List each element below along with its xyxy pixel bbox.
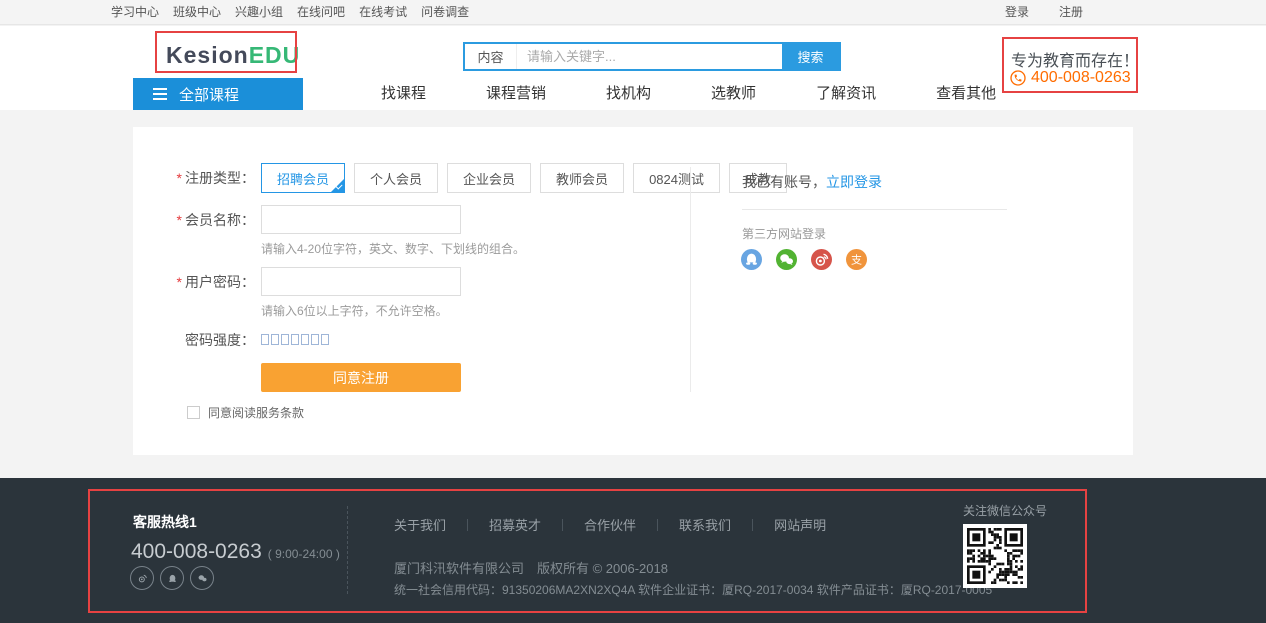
nav-item-find-courses[interactable]: 找课程 xyxy=(381,78,426,110)
nav-item-news[interactable]: 了解资讯 xyxy=(816,78,876,110)
password-input[interactable] xyxy=(261,267,461,296)
type-option-0824-test[interactable]: 0824测试 xyxy=(633,163,720,193)
footer-link-careers[interactable]: 招募英才 xyxy=(489,515,541,534)
footer-link-about[interactable]: 关于我们 xyxy=(394,515,446,534)
terms-label: 同意阅读服务条款 xyxy=(208,404,304,421)
top-nav-links: 学习中心 班级中心 兴趣小组 在线问吧 在线考试 问卷调查 xyxy=(111,0,469,25)
username-input[interactable] xyxy=(261,205,461,234)
qq-login-icon[interactable] xyxy=(741,249,762,270)
type-option-teacher-member[interactable]: 教师会员 xyxy=(540,163,624,193)
footer-copyright: 厦门科汛软件有限公司 版权所有 © 2006-2018 xyxy=(394,558,668,577)
have-account-text: 我已有账号， xyxy=(742,174,826,190)
login-now-link[interactable]: 立即登录 xyxy=(826,174,882,190)
main-nav: 全部课程 找课程 课程营销 找机构 选教师 了解资讯 查看其他 xyxy=(0,78,1266,110)
footer-qq-icon[interactable] xyxy=(160,566,184,590)
search-bar: 内容 搜索 xyxy=(463,42,841,71)
top-link-interest-groups[interactable]: 兴趣小组 xyxy=(235,0,283,25)
top-utility-bar: 学习中心 班级中心 兴趣小组 在线问吧 在线考试 问卷调查 登录 注册 xyxy=(0,0,1266,25)
qrcode-image xyxy=(967,528,1023,584)
required-mark: * xyxy=(177,212,182,228)
search-category-dropdown[interactable]: 内容 xyxy=(465,44,517,69)
nav-menu: 找课程 课程营销 找机构 选教师 了解资讯 查看其他 xyxy=(381,78,996,110)
username-hint: 请输入4-20位字符，英文、数字、下划线的组合。 xyxy=(261,240,525,257)
footer-divider xyxy=(347,506,348,594)
hotline-label: 客服热线1 xyxy=(133,512,197,532)
top-link-online-qa[interactable]: 在线问吧 xyxy=(297,0,345,25)
weibo-login-icon[interactable] xyxy=(811,249,832,270)
nav-item-choose-teachers[interactable]: 选教师 xyxy=(711,78,756,110)
hotline-number: 400-008-0263( 9:00-24:00 ) xyxy=(131,540,340,564)
have-account-row: 我已有账号，立即登录 xyxy=(742,172,882,192)
register-link[interactable]: 注册 xyxy=(1059,0,1083,25)
required-mark: * xyxy=(177,274,182,290)
nav-item-others[interactable]: 查看其他 xyxy=(936,78,996,110)
all-courses-label: 全部课程 xyxy=(179,84,239,105)
hamburger-icon xyxy=(153,85,167,103)
panel-divider xyxy=(742,209,1007,210)
registration-card: *注册类型： 招聘会员 个人会员 企业会员 教师会员 0824测试 成教 *会员… xyxy=(133,127,1133,455)
password-hint: 请输入6位以上字符，不允许空格。 xyxy=(261,302,448,319)
logo-text-edu: EDU xyxy=(249,42,301,68)
vertical-divider xyxy=(690,167,691,392)
password-strength-label: 密码强度： xyxy=(133,325,255,355)
footer-weibo-icon[interactable] xyxy=(130,566,154,590)
wechat-follow-label: 关注微信公众号 xyxy=(963,502,1047,519)
footer-link-separator xyxy=(562,519,563,531)
nav-item-find-institutions[interactable]: 找机构 xyxy=(606,78,651,110)
footer-links: 关于我们 招募英才 合作伙伴 联系我们 网站声明 xyxy=(394,515,826,534)
username-label: *会员名称： xyxy=(133,205,255,235)
site-logo[interactable]: KesionEDU xyxy=(166,42,300,69)
type-option-enterprise-member[interactable]: 企业会员 xyxy=(447,163,531,193)
footer-link-contact[interactable]: 联系我们 xyxy=(679,515,731,534)
footer-credit-codes: 统一社会信用代码：91350206MA2XN2XQ4A 软件企业证书：厦RQ-2… xyxy=(394,581,992,598)
top-link-survey[interactable]: 问卷调查 xyxy=(421,0,469,25)
top-account-links: 登录 注册 xyxy=(1005,0,1083,25)
top-link-learning-center[interactable]: 学习中心 xyxy=(111,0,159,25)
search-input[interactable] xyxy=(517,44,782,69)
alipay-login-icon[interactable]: 支 xyxy=(846,249,867,270)
svg-text:支: 支 xyxy=(851,254,862,267)
all-courses-button[interactable]: 全部课程 xyxy=(133,78,303,110)
footer-link-separator xyxy=(657,519,658,531)
register-submit-button[interactable]: 同意注册 xyxy=(261,363,461,392)
qrcode xyxy=(963,524,1027,588)
search-button[interactable]: 搜索 xyxy=(782,44,839,69)
footer-link-separator xyxy=(752,519,753,531)
top-link-class-center[interactable]: 班级中心 xyxy=(173,0,221,25)
password-label: *用户密码： xyxy=(133,267,255,297)
site-footer: 客服热线1 400-008-0263( 9:00-24:00 ) xyxy=(0,478,1266,623)
header-slogan: 专为教育而存在！ xyxy=(1011,47,1139,71)
footer-social-icons xyxy=(130,566,214,590)
site-header: KesionEDU 内容 搜索 专为教育而存在！ 400-008-0263 全部… xyxy=(0,26,1266,110)
wechat-login-icon[interactable] xyxy=(776,249,797,270)
register-type-options: 招聘会员 个人会员 企业会员 教师会员 0824测试 成教 xyxy=(261,163,787,193)
footer-link-separator xyxy=(467,519,468,531)
third-party-login-icons: 支 xyxy=(741,249,867,270)
terms-checkbox[interactable] xyxy=(187,406,200,419)
required-mark: * xyxy=(177,170,182,186)
footer-wechat-icon[interactable] xyxy=(190,566,214,590)
terms-row: 同意阅读服务条款 xyxy=(187,404,304,421)
logo-text-kesion: Kesion xyxy=(166,42,249,68)
top-link-online-exam[interactable]: 在线考试 xyxy=(359,0,407,25)
type-option-personal-member[interactable]: 个人会员 xyxy=(354,163,438,193)
type-option-recruit-member[interactable]: 招聘会员 xyxy=(261,163,345,193)
login-link[interactable]: 登录 xyxy=(1005,0,1029,25)
footer-link-partners[interactable]: 合作伙伴 xyxy=(584,515,636,534)
register-type-label: *注册类型： xyxy=(133,163,255,193)
third-party-label: 第三方网站登录 xyxy=(742,225,826,242)
password-strength-meter xyxy=(261,334,329,345)
nav-item-course-marketing[interactable]: 课程营销 xyxy=(486,78,546,110)
hotline-hours: ( 9:00-24:00 ) xyxy=(268,547,340,561)
footer-link-statement[interactable]: 网站声明 xyxy=(774,515,826,534)
